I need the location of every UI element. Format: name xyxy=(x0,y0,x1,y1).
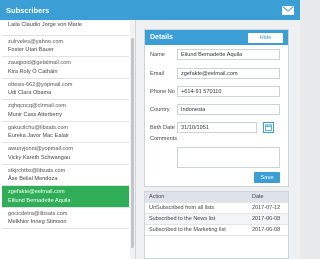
row-date: 2017-07-12 xyxy=(252,205,281,211)
details-header: Details Hide xyxy=(145,30,288,45)
item-email: ottesis-662@yopmail.com xyxy=(8,81,73,88)
col-action: Action xyxy=(149,194,165,200)
item-email: zgefakte@eelmail.com xyxy=(8,189,65,196)
row-date: 2017-06-08 xyxy=(252,227,281,233)
name-row: Name Eilund Bernadette Aquila xyxy=(150,49,280,60)
row-date: 2017-06-08 xyxy=(252,216,281,222)
email-row: Email zgefakte@eelmail.com xyxy=(150,68,280,79)
phone-label: Phone No xyxy=(150,88,175,95)
details-panel: Details Hide Name Eilund Bernadette Aqui… xyxy=(144,29,289,187)
table-row: UnSubscribed from all lists 2017-07-12 xyxy=(145,203,288,214)
item-name: Udi Clara Obama xyxy=(8,90,52,97)
item-email: zauqpoid@getalmail.com xyxy=(8,60,71,67)
table-row: Subscribed to the News list 2017-06-08 xyxy=(145,214,288,225)
birth-row: Birth Date 31/10/1951 xyxy=(150,122,257,133)
phone-row: Phone No +614-91 570110 xyxy=(150,86,280,97)
birth-date-field[interactable]: 31/10/1951 xyxy=(177,122,257,133)
history-table: Action Date UnSubscribed from all lists … xyxy=(144,191,289,259)
hide-button[interactable]: Hide xyxy=(248,32,283,43)
row-action: Subscribed to the News list xyxy=(149,216,216,222)
details-title: Details xyxy=(150,34,173,41)
email-label: Email xyxy=(150,70,164,77)
calendar-icon[interactable] xyxy=(263,122,274,133)
comments-field[interactable] xyxy=(177,147,280,168)
list-item[interactable]: zqhqcncq@clrmail.com Munir Cass Atterber… xyxy=(2,100,129,122)
list-item[interactable]: awunyjonni@yopmail.com Vicky Kareth Schw… xyxy=(2,143,129,165)
item-name: Eureka Javor Mac Ealair xyxy=(8,133,69,140)
scrollbar-thumb[interactable] xyxy=(131,38,134,248)
item-name: Åse Belial Mendoza xyxy=(8,176,58,183)
row-action: Subscribed to the Marketing list xyxy=(149,227,226,233)
item-email: zqhqcncq@clrmail.com xyxy=(8,103,66,110)
item-email: gocicdetra@libsats.com xyxy=(8,210,68,217)
item-email: stkjrchtbs@libsats.com xyxy=(8,167,66,174)
list-item[interactable]: ottesis-662@yopmail.com Udi Clara Obama xyxy=(2,79,129,100)
col-date: Date xyxy=(252,194,264,200)
phone-field[interactable]: +614-91 570110 xyxy=(177,86,280,97)
country-field[interactable]: Indonesia xyxy=(177,104,280,115)
name-field[interactable]: Eilund Bernadette Aquila xyxy=(177,49,280,60)
comments-row: Comments xyxy=(150,133,177,144)
email-field[interactable]: zgefakte@eelmail.com xyxy=(177,68,280,79)
history-header: Action Date xyxy=(145,192,288,203)
envelope-icon[interactable] xyxy=(282,5,294,15)
list-item[interactable]: gocicdetra@libsats.com Melkhior Inneg St… xyxy=(2,208,129,229)
item-name: Kira Roly Ó Catháin xyxy=(8,68,58,75)
item-email: zulrveles@yahoo.com xyxy=(8,38,64,45)
item-name: Laila Claudio Jorge von Marie xyxy=(8,21,83,28)
country-row: Country Indonesia xyxy=(150,104,280,115)
row-action: UnSubscribed from all lists xyxy=(149,205,215,211)
table-row: Subscribed to the Marketing list 2017-06… xyxy=(145,225,288,236)
comments-label: Comments xyxy=(150,135,178,142)
item-name: Vicky Kareth Schwangau xyxy=(8,154,71,161)
list-item[interactable]: Laila Claudio Jorge von Marie xyxy=(2,20,129,36)
list-item[interactable]: stkjrchtbs@libsats.com Åse Belial Mendoz… xyxy=(2,165,129,186)
list-item[interactable]: zulrveles@yahoo.com Foster Utari Bauer xyxy=(2,36,129,57)
item-email: awunyjonni@yopmail.com xyxy=(8,146,74,153)
item-name: Foster Utari Bauer xyxy=(8,47,54,54)
list-item[interactable]: zauqpoid@getalmail.com Kira Roly Ó Cathá… xyxy=(2,57,129,79)
list-scrollbar[interactable] xyxy=(130,20,135,259)
item-email: gakucilchu@libsats.com xyxy=(8,124,69,131)
list-item[interactable]: gakucilchu@libsats.com Eureka Javor Mac … xyxy=(2,122,129,143)
window-title: Subscribers xyxy=(6,5,50,15)
item-name: Melkhior Inneg Stimson xyxy=(8,219,67,226)
subscriber-list[interactable]: Laila Claudio Jorge von Marie zulrveles@… xyxy=(0,20,136,259)
list-item-selected[interactable]: zgefakte@eelmail.com Elilund Bernadette … xyxy=(2,186,129,208)
window-titlebar: Subscribers xyxy=(0,0,300,20)
birth-label: Birth Date xyxy=(150,124,175,131)
item-name: Elilund Bernadette Aquila xyxy=(8,197,71,204)
country-label: Country xyxy=(150,106,170,113)
item-name: Munir Cass Atterberry xyxy=(8,111,63,118)
name-label: Name xyxy=(150,51,165,58)
save-button[interactable]: Save xyxy=(254,172,280,183)
